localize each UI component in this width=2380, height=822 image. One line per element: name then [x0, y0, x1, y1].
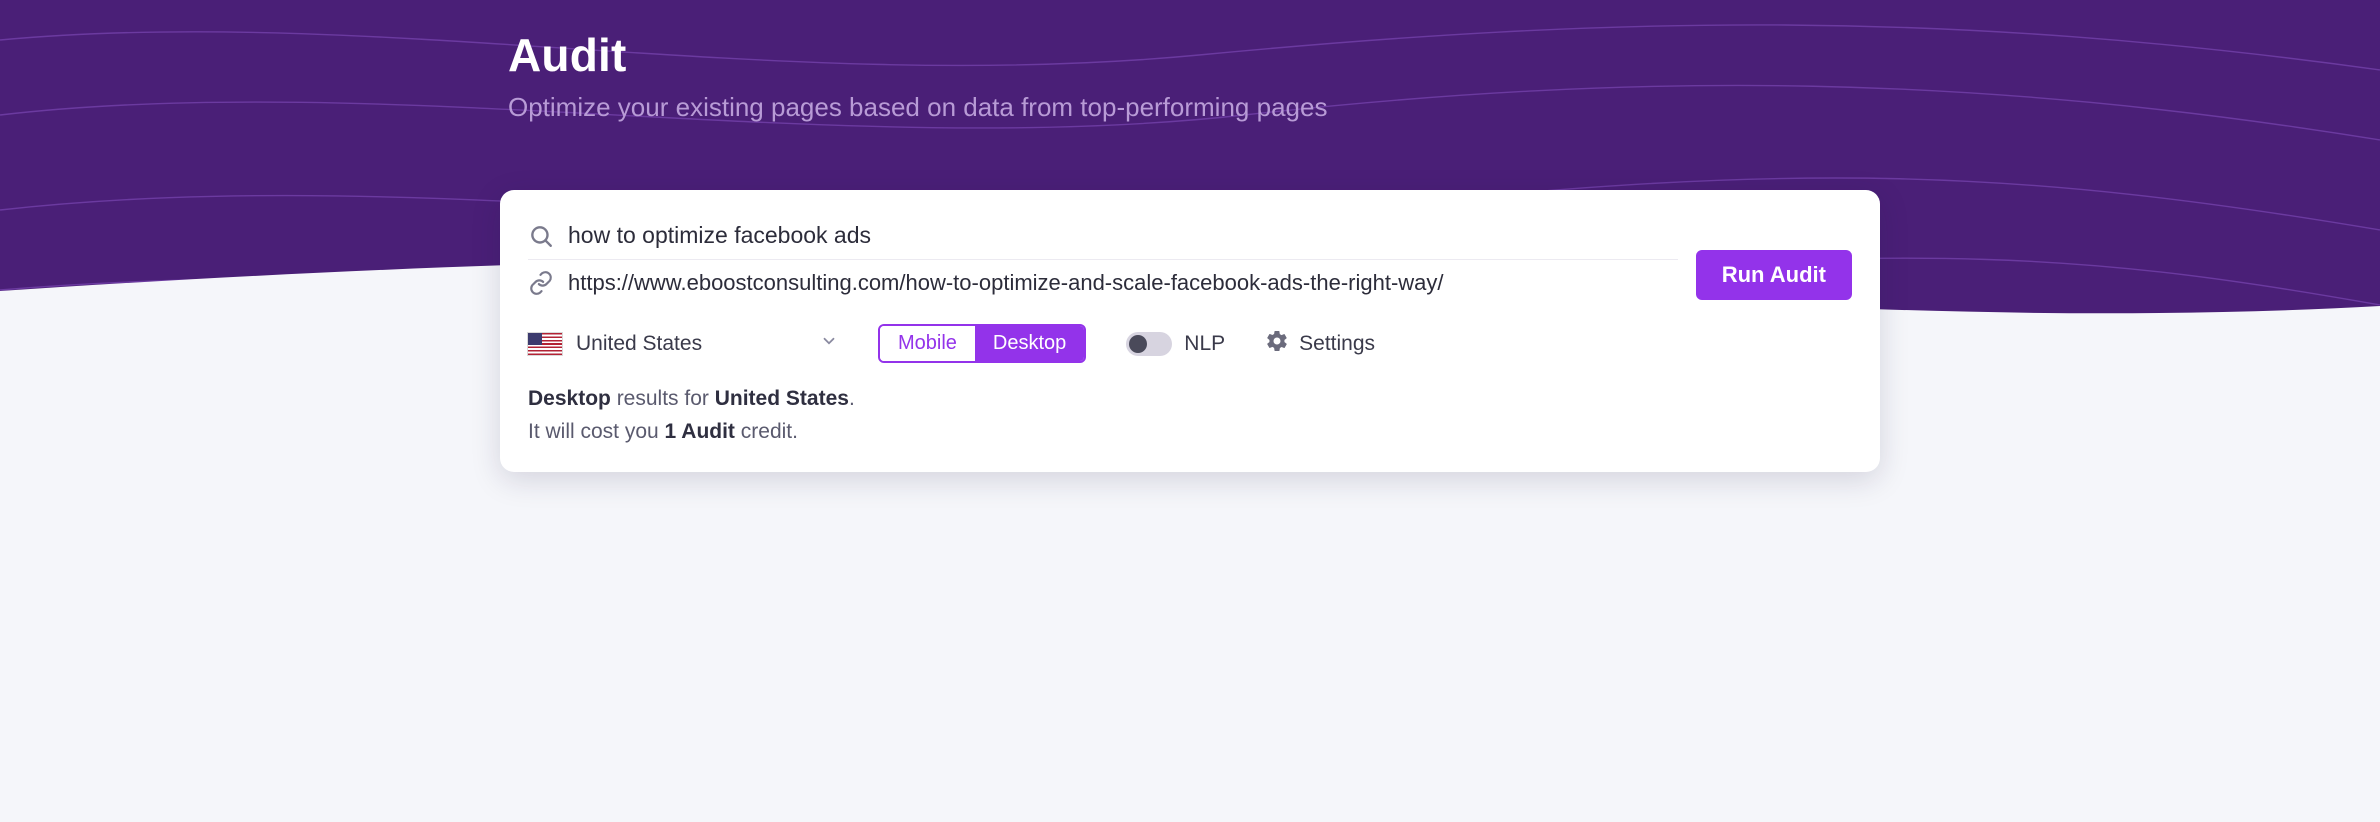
- summary-country: United States: [715, 387, 849, 410]
- page-subtitle: Optimize your existing pages based on da…: [508, 92, 1856, 123]
- summary-text: Desktop results for United States. It wi…: [528, 383, 1852, 448]
- summary-line-1: Desktop results for United States.: [528, 383, 1852, 416]
- input-fields: [528, 212, 1678, 306]
- chevron-down-icon: [820, 332, 838, 356]
- toggle-switch-icon: [1126, 332, 1172, 356]
- url-input[interactable]: [568, 270, 1678, 296]
- country-label: United States: [576, 332, 702, 356]
- nlp-toggle[interactable]: NLP: [1126, 332, 1225, 356]
- search-icon: [528, 223, 554, 249]
- url-field-row: [528, 259, 1678, 306]
- query-input[interactable]: [568, 222, 1678, 249]
- summary-device: Desktop: [528, 387, 611, 410]
- input-group: Run Audit: [528, 212, 1852, 306]
- country-selector[interactable]: United States: [528, 332, 838, 356]
- options-row: United States Mobile Desktop NLP Setting…: [528, 324, 1852, 363]
- device-desktop-option[interactable]: Desktop: [975, 326, 1084, 361]
- summary-text-fragment: credit.: [735, 420, 798, 443]
- summary-text-fragment: .: [849, 387, 855, 410]
- page-title: Audit: [508, 28, 1856, 82]
- query-field-row: [528, 212, 1678, 259]
- run-audit-button[interactable]: Run Audit: [1696, 250, 1852, 300]
- audit-form-card: Run Audit United States Mobile Desktop N…: [500, 190, 1880, 472]
- settings-label: Settings: [1299, 332, 1375, 356]
- summary-line-2: It will cost you 1 Audit credit.: [528, 416, 1852, 449]
- settings-button[interactable]: Settings: [1265, 329, 1375, 359]
- summary-text-fragment: It will cost you: [528, 420, 665, 443]
- device-mobile-option[interactable]: Mobile: [880, 326, 975, 361]
- us-flag-icon: [528, 333, 562, 355]
- link-icon: [528, 270, 554, 296]
- summary-text-fragment: results for: [611, 387, 715, 410]
- summary-cost: 1 Audit: [665, 420, 735, 443]
- nlp-label: NLP: [1184, 332, 1225, 356]
- device-segmented-control: Mobile Desktop: [878, 324, 1086, 363]
- gear-icon: [1265, 329, 1289, 359]
